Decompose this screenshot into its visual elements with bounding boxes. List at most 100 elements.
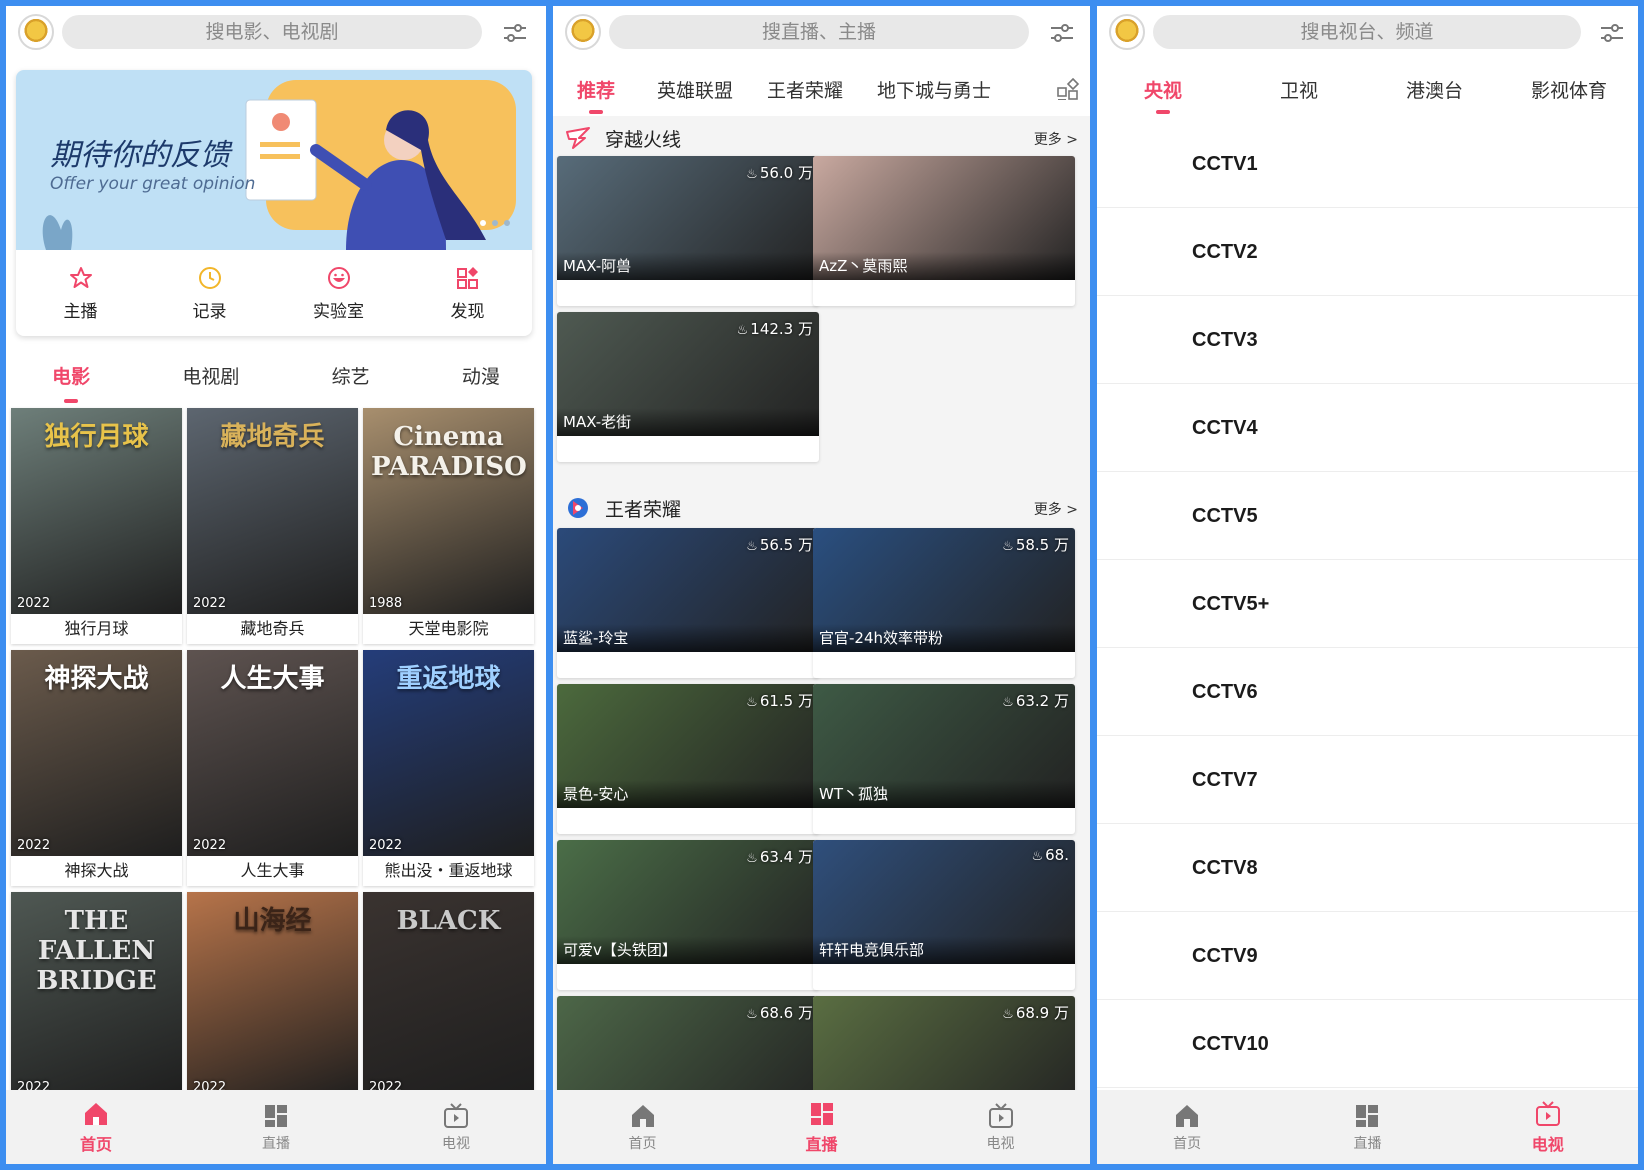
poster-title-art: Cinema PARADISO	[371, 422, 527, 482]
bottom-nav: 首页 直播 电视	[1097, 1090, 1638, 1164]
category-tab[interactable]: 王者荣耀	[767, 76, 843, 103]
quick-history[interactable]: 记录	[160, 265, 260, 322]
tv-screen: 搜电视台、频道 央视 卫视 港澳台 影视体育 CCTV1 CCTV2 CCTV3 CC…	[1097, 6, 1638, 1164]
channel-item[interactable]: CCTV4	[1097, 384, 1638, 472]
quick-label: 实验室	[313, 301, 364, 322]
tv-tabs: 央视 卫视 港澳台 影视体育	[1097, 70, 1638, 120]
search-input[interactable]: 搜电影、电视剧	[62, 15, 482, 49]
poster-title-art: BLACK	[396, 906, 501, 936]
live-stream-card[interactable]: ♨ 58.5 万官官-24h效率带粉	[813, 528, 1075, 678]
search-input[interactable]: 搜电视台、频道	[1153, 15, 1581, 49]
streamer-name: MAX-老街	[557, 408, 819, 436]
stream-thumbnail: AzZ丶莫雨熙	[813, 156, 1075, 280]
nav-label: 首页	[628, 1135, 657, 1152]
nav-live[interactable]: 直播	[762, 1100, 882, 1155]
quick-actions: 主播 记录 实验室 发现	[16, 250, 532, 336]
live-stream-card[interactable]: AzZ丶莫雨熙	[813, 156, 1075, 306]
poster-title-art: 独行月球	[44, 422, 149, 452]
channel-item[interactable]: CCTV9	[1097, 912, 1638, 1000]
feedback-banner[interactable]: 期待你的反馈 Offer your great opinion	[16, 70, 532, 250]
filter-icon[interactable]	[1049, 20, 1075, 46]
channel-item[interactable]: CCTV10	[1097, 1000, 1638, 1088]
movie-year: 2022	[193, 838, 227, 853]
streamer-name: WT丶孤独	[813, 780, 1075, 808]
tab-hk-macau-tw[interactable]: 港澳台	[1406, 76, 1463, 103]
home-tabs: 电影 电视剧 综艺 动漫	[6, 362, 546, 403]
tab-film-sports[interactable]: 影视体育	[1531, 76, 1607, 103]
movie-card[interactable]: 重返地球 2022 熊出没・重返地球	[363, 650, 534, 886]
discover-icon	[456, 266, 478, 289]
nav-home[interactable]: 首页	[36, 1100, 156, 1155]
filter-icon[interactable]	[502, 20, 528, 46]
section-title: 穿越火线	[605, 129, 682, 151]
nav-tv[interactable]: 电视	[396, 1102, 516, 1153]
live-stream-card[interactable]: ♨ 142.3 万 MAX-老街	[557, 312, 819, 462]
channel-item[interactable]: CCTV5+	[1097, 560, 1638, 648]
category-tab[interactable]: 英雄联盟	[657, 76, 733, 103]
nav-live[interactable]: 直播	[1307, 1102, 1427, 1153]
category-tab[interactable]: 地下城与勇士	[877, 76, 991, 103]
category-grid-icon[interactable]	[1056, 78, 1080, 102]
channel-item[interactable]: CCTV5	[1097, 472, 1638, 560]
movie-year: 2022	[193, 596, 227, 611]
channel-item[interactable]: CCTV3	[1097, 296, 1638, 384]
avatar[interactable]	[565, 14, 601, 50]
live-stream-card[interactable]: ♨ 61.5 万景色-安心	[557, 684, 819, 834]
movie-card[interactable]: Cinema PARADISO 1988 天堂电影院	[363, 408, 534, 644]
channel-item[interactable]: CCTV6	[1097, 648, 1638, 736]
live-stream-card[interactable]: ♨ 56.0 万 MAX-阿兽	[557, 156, 819, 306]
search-input[interactable]: 搜直播、主播	[609, 15, 1029, 49]
quick-anchor[interactable]: 主播	[31, 265, 131, 322]
streamer-name: 可爱v【头铁团】	[557, 936, 819, 964]
tab-cctv[interactable]: 央视	[1144, 76, 1182, 114]
live-stream-card[interactable]: ♨ 63.4 万可爱v【头铁团】	[557, 840, 819, 990]
movie-card[interactable]: 独行月球 2022 独行月球	[11, 408, 182, 644]
stream-thumbnail: ♨ 68. 轩轩电竞俱乐部	[813, 840, 1075, 964]
flame-icon: ♨	[746, 1007, 758, 1022]
tab-movie[interactable]: 电影	[52, 362, 90, 403]
viewer-count-value: 56.0 万	[759, 164, 813, 182]
quick-lab[interactable]: 实验室	[289, 265, 389, 322]
movie-card[interactable]: 神探大战 2022 神探大战	[11, 650, 182, 886]
more-link[interactable]: 更多 >	[1034, 129, 1078, 149]
movie-poster: 神探大战 2022	[11, 650, 182, 856]
tab-variety[interactable]: 综艺	[332, 362, 370, 399]
streamer-name: 官官-24h效率带粉	[813, 624, 1075, 652]
tab-satellite[interactable]: 卫视	[1280, 76, 1318, 103]
nav-live[interactable]: 直播	[216, 1102, 336, 1153]
nav-home[interactable]: 首页	[1127, 1102, 1247, 1153]
viewer-count-value: 142.3 万	[750, 320, 813, 338]
banner-pager	[480, 220, 510, 226]
movie-year: 2022	[17, 838, 51, 853]
filter-icon[interactable]	[1599, 20, 1625, 46]
channel-item[interactable]: CCTV1	[1097, 120, 1638, 208]
nav-tv[interactable]: 电视	[1488, 1100, 1608, 1155]
smile-icon	[327, 266, 350, 289]
flame-icon: ♨	[736, 323, 749, 338]
quick-discover[interactable]: 发现	[418, 265, 518, 322]
live-stream-card[interactable]: ♨ 68. 轩轩电竞俱乐部	[813, 840, 1075, 990]
home-icon	[85, 1102, 107, 1125]
tab-anime[interactable]: 动漫	[462, 362, 500, 399]
viewer-count-value: 68.	[1045, 846, 1069, 864]
tab-tv-series[interactable]: 电视剧	[182, 362, 239, 399]
avatar[interactable]	[18, 14, 54, 50]
channel-item[interactable]: CCTV8	[1097, 824, 1638, 912]
movie-title: 神探大战	[64, 861, 129, 880]
more-link[interactable]: 更多 >	[1034, 499, 1078, 519]
nav-tv[interactable]: 电视	[941, 1102, 1061, 1153]
channel-item[interactable]: CCTV7	[1097, 736, 1638, 824]
avatar[interactable]	[1109, 14, 1145, 50]
nav-home[interactable]: 首页	[583, 1102, 703, 1153]
movie-title: 天堂电影院	[408, 619, 489, 638]
movie-card[interactable]: 人生大事 2022 人生大事	[187, 650, 358, 886]
viewer-count-value: 63.2 万	[1015, 692, 1069, 710]
banner-card: 期待你的反馈 Offer your great opinion 主播 记录 实验…	[16, 70, 532, 336]
live-stream-card[interactable]: ♨ 63.2 万 WT丶孤独	[813, 684, 1075, 834]
movie-title: 藏地奇兵	[240, 619, 305, 638]
movie-poster: Cinema PARADISO 1988	[363, 408, 534, 614]
category-tab[interactable]: 推荐	[577, 76, 615, 114]
channel-item[interactable]: CCTV2	[1097, 208, 1638, 296]
live-stream-card[interactable]: ♨ 56.5 万蓝鲨-玲宝	[557, 528, 819, 678]
movie-card[interactable]: 藏地奇兵 2022 藏地奇兵	[187, 408, 358, 644]
